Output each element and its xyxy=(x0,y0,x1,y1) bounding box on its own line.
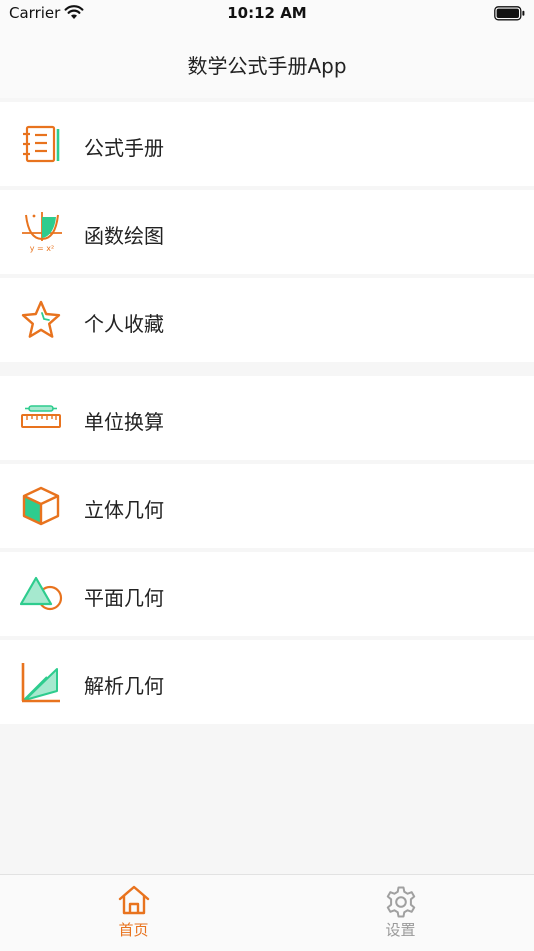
tab-home[interactable]: 首页 xyxy=(0,875,267,951)
star-icon xyxy=(20,299,62,341)
status-time: 10:12 AM xyxy=(227,4,307,22)
gear-icon xyxy=(384,885,418,923)
tab-settings[interactable]: 设置 xyxy=(267,875,534,951)
cube-icon xyxy=(20,485,62,527)
menu-item-label: 解析几何 xyxy=(84,674,164,698)
tab-label: 设置 xyxy=(385,921,416,939)
menu-item-favorites[interactable]: 个人收藏 xyxy=(0,278,534,362)
menu-item-function-plot[interactable]: y = x² 函数绘图 xyxy=(0,190,534,274)
triangle-circle-icon xyxy=(19,573,63,615)
menu-item-label: 平面几何 xyxy=(84,586,164,610)
notebook-icon xyxy=(20,123,62,165)
menu-item-analytic-geometry[interactable]: 解析几何 xyxy=(0,640,534,724)
menu-item-label: 函数绘图 xyxy=(84,224,164,248)
ruler-icon xyxy=(20,397,62,439)
navigation-bar: 数学公式手册App xyxy=(0,28,534,98)
graph-icon-caption: y = x² xyxy=(30,244,54,253)
menu-item-label: 立体几何 xyxy=(84,498,164,522)
page-title: 数学公式手册App xyxy=(187,54,347,78)
menu-item-label: 公式手册 xyxy=(84,136,164,160)
home-icon xyxy=(117,885,151,919)
menu-item-solid-geometry[interactable]: 立体几何 xyxy=(0,464,534,548)
battery-icon xyxy=(494,6,526,25)
tab-bar: 首页 设置 xyxy=(0,874,534,951)
menu-item-plane-geometry[interactable]: 平面几何 xyxy=(0,552,534,636)
menu-item-unit-conversion[interactable]: 单位换算 xyxy=(0,376,534,460)
tab-label: 首页 xyxy=(118,921,149,939)
parabola-graph-icon: y = x² xyxy=(20,211,62,253)
status-bar: Carrier 10:12 AM xyxy=(0,0,534,28)
menu-item-label: 个人收藏 xyxy=(84,312,164,336)
menu-item-formula-handbook[interactable]: 公式手册 xyxy=(0,102,534,186)
coordinate-axes-icon xyxy=(20,661,62,703)
menu-item-label: 单位换算 xyxy=(84,410,164,434)
